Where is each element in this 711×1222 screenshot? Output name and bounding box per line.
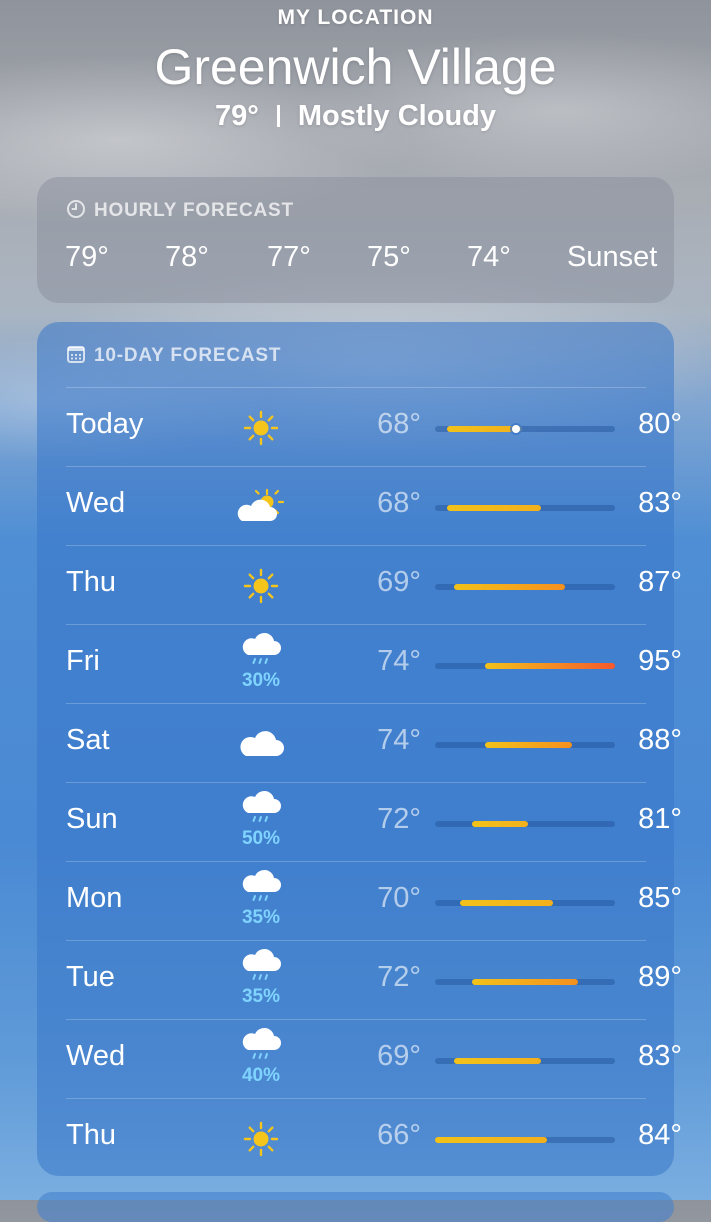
temp-range-fill <box>484 663 615 669</box>
temp-range-fill <box>447 426 522 432</box>
temp-range-bar <box>435 584 615 590</box>
day-row[interactable]: Mon 35% 70° 85° <box>66 861 682 941</box>
precip-chance: 40% <box>241 1065 281 1086</box>
sun-icon <box>226 1119 296 1179</box>
sun-icon <box>226 566 296 626</box>
temp-range-bar <box>435 505 615 511</box>
sun-icon <box>226 408 296 468</box>
hourly-forecast-card[interactable]: HOURLY FORECAST 79° 78° 77° 75° 74° Suns… <box>37 177 674 303</box>
day-label: Wed <box>66 487 126 519</box>
hour-item: 79° <box>65 241 109 273</box>
day-label: Sun <box>66 803 118 835</box>
temp-range-bar <box>435 742 615 748</box>
precip-chance: 35% <box>241 986 281 1007</box>
temp-range-fill <box>453 1058 541 1064</box>
hour-item-sunset: Sunset <box>567 241 658 273</box>
location-label: MY LOCATION <box>277 6 434 29</box>
low-temp: 68° <box>377 408 421 440</box>
temp-range-bar <box>435 1058 615 1064</box>
hourly-forecast-title: HOURLY FORECAST <box>66 199 294 225</box>
current-conditions: 79° Mostly Cloudy <box>0 100 711 133</box>
ten-day-title: 10-DAY FORECAST <box>66 344 281 370</box>
temp-range-fill <box>484 742 572 748</box>
day-row[interactable]: Thu 69° 87° <box>66 545 682 626</box>
precip-chance: 50% <box>241 828 281 849</box>
current-temp-dot <box>511 425 520 433</box>
ten-day-title-text: 10-DAY FORECAST <box>94 345 282 366</box>
high-temp: 85° <box>638 882 682 914</box>
day-label: Mon <box>66 882 123 914</box>
high-temp: 89° <box>638 961 682 993</box>
temp-range-fill <box>453 584 566 590</box>
high-temp: 87° <box>638 566 682 598</box>
temp-range-fill <box>459 900 553 906</box>
ten-day-forecast-card[interactable]: 10-DAY FORECAST Today 68° 80° Wed 68° 83° Thu 6… <box>37 322 682 1179</box>
low-temp: 74° <box>377 724 421 756</box>
high-temp: 83° <box>638 1040 682 1072</box>
day-row[interactable]: Today 68° 80° <box>66 387 682 468</box>
high-temp: 88° <box>638 724 682 756</box>
calendar-icon <box>66 344 86 370</box>
day-label: Thu <box>66 566 116 598</box>
hourly-title-text: HOURLY FORECAST <box>94 200 294 221</box>
low-temp: 72° <box>377 961 421 993</box>
day-label: Sat <box>66 724 110 756</box>
temp-range-bar <box>435 979 615 985</box>
day-label: Tue <box>66 961 115 993</box>
temp-range-bar <box>435 900 615 906</box>
high-temp: 80° <box>638 408 682 440</box>
hour-item: 74° <box>467 241 511 273</box>
low-temp: 66° <box>377 1119 421 1151</box>
high-temp: 95° <box>638 645 682 677</box>
separator <box>276 105 280 127</box>
day-row[interactable]: Wed 40% 69° 83° <box>66 1019 682 1099</box>
day-label: Today <box>66 408 144 440</box>
precip-chance: 35% <box>241 907 281 928</box>
day-row[interactable]: Fri 30% 74° 95° <box>66 624 682 704</box>
high-temp: 83° <box>638 487 682 519</box>
temp-range-fill <box>472 821 529 827</box>
day-row[interactable]: Sun 50% 72° 81° <box>66 782 682 862</box>
day-row[interactable]: Wed 68° 83° <box>66 466 682 547</box>
day-label: Thu <box>66 1119 116 1151</box>
low-temp: 69° <box>377 566 421 598</box>
day-row[interactable]: Tue 35% 72° 89° <box>66 940 682 1020</box>
low-temp: 68° <box>377 487 421 519</box>
hour-item: 77° <box>267 241 311 273</box>
partly-cloudy-icon <box>226 487 296 547</box>
next-card <box>37 1192 674 1222</box>
day-row[interactable]: Sat 74° 88° <box>66 703 682 784</box>
temp-range-fill <box>472 979 578 985</box>
precip-chance: 30% <box>241 670 281 691</box>
low-temp: 74° <box>377 645 421 677</box>
high-temp: 84° <box>638 1119 682 1151</box>
hour-item: 78° <box>165 241 209 273</box>
low-temp: 69° <box>377 1040 421 1072</box>
day-label: Wed <box>66 1040 126 1072</box>
temp-range-fill <box>435 1137 547 1143</box>
low-temp: 70° <box>377 882 421 914</box>
clock-icon <box>66 199 86 225</box>
current-condition: Mostly Cloudy <box>297 100 497 132</box>
day-label: Fri <box>66 645 100 677</box>
temp-range-fill <box>447 505 541 511</box>
cloud-icon <box>226 724 296 784</box>
temp-range-bar <box>435 821 615 827</box>
hour-item: 75° <box>367 241 411 273</box>
temp-range-bar <box>435 425 615 433</box>
current-temperature: 79° <box>214 100 259 132</box>
city-name: Greenwich Village <box>154 39 557 95</box>
temp-range-bar <box>435 1137 615 1143</box>
high-temp: 81° <box>638 803 682 835</box>
hourly-row[interactable]: 79° 78° 77° 75° 74° Sunset <box>65 241 665 281</box>
low-temp: 72° <box>377 803 421 835</box>
day-row[interactable]: Thu 66° 84° <box>66 1098 682 1179</box>
temp-range-bar <box>435 663 615 669</box>
